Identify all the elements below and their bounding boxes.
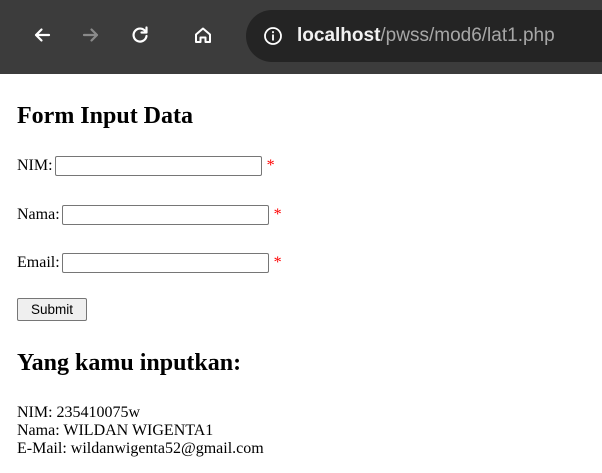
email-required-mark: * <box>273 254 282 271</box>
url-path: /pwss/mod6/lat1.php <box>380 25 555 46</box>
back-icon[interactable] <box>27 20 57 50</box>
info-icon[interactable] <box>263 26 283 46</box>
forward-icon[interactable] <box>76 20 106 50</box>
nama-input[interactable] <box>61 205 269 225</box>
submit-button[interactable]: Submit <box>17 298 87 321</box>
email-row: Email: * <box>17 251 282 275</box>
nim-label: NIM: <box>17 157 53 174</box>
nim-row: NIM: * <box>17 154 275 178</box>
address-url[interactable]: localhost/pwss/mod6/lat1.php <box>297 22 555 50</box>
nama-label: Nama: <box>17 206 60 223</box>
url-host: localhost <box>297 25 381 46</box>
browser-toolbar: localhost/pwss/mod6/lat1.php <box>0 0 602 74</box>
form-title: Form Input Data <box>17 103 194 129</box>
reload-icon[interactable] <box>125 20 155 50</box>
result-nama: Nama: WILDAN WIGENTA1 <box>17 422 214 439</box>
result-title: Yang kamu inputkan: <box>17 350 242 376</box>
nim-input[interactable] <box>54 156 262 176</box>
email-label: Email: <box>17 254 60 271</box>
nim-required-mark: * <box>266 157 275 174</box>
result-nim: NIM: 235410075w <box>17 404 141 421</box>
home-icon[interactable] <box>188 20 218 50</box>
nama-row: Nama: * <box>17 203 282 227</box>
nama-required-mark: * <box>273 206 282 223</box>
result-email: E-Mail: wildanwigenta52@gmail.com <box>17 440 264 457</box>
email-input[interactable] <box>61 253 269 273</box>
